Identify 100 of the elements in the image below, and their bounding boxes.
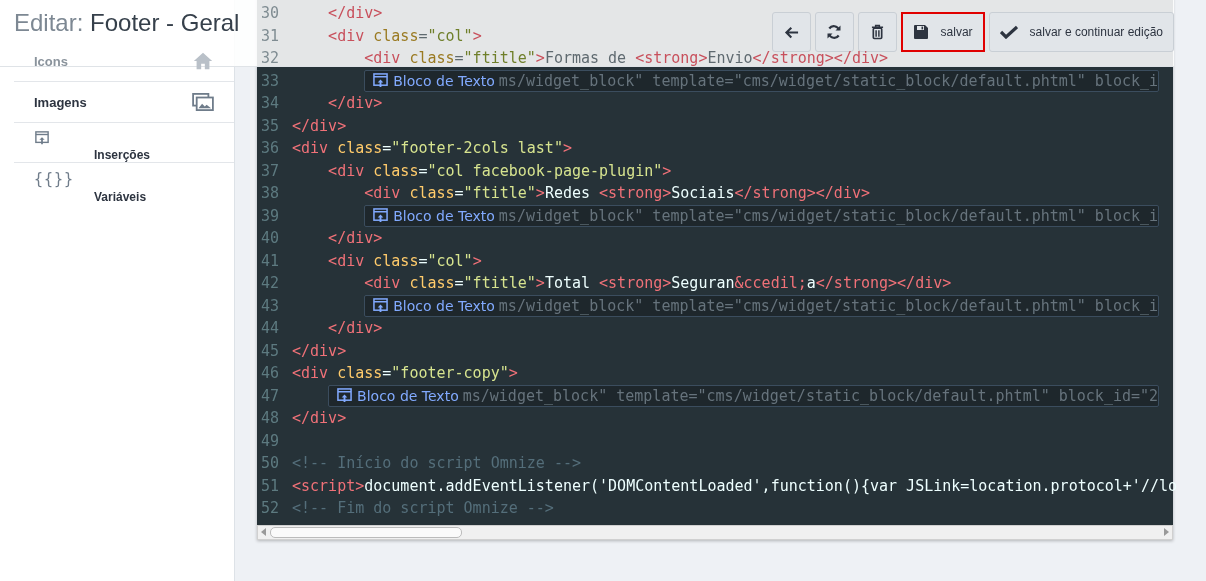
html-tag: <div [292,26,365,45]
line-number: 49 [260,431,281,450]
html-tag: </div> [292,4,383,23]
code-text: Total [544,274,592,293]
page-title: Footer - Geral [90,9,240,36]
html-tag: </strong></div> [734,184,870,203]
attribute-name: class [372,26,419,45]
html-tag: </div> [292,94,383,113]
attribute-name: class [408,274,455,293]
attribute-value: "footer-copy" [391,364,509,383]
trash-icon [870,24,884,40]
attribute-name: class [372,161,419,180]
attribute-value: "col facebook-page-plugin" [427,161,663,180]
line-number: 38 [260,184,281,203]
code-text: a [806,274,816,293]
widget-label: Bloco de Texto [393,72,495,89]
back-button[interactable] [771,12,811,52]
attribute-value: "ftitle" [463,274,536,293]
sidebar-item[interactable]: Inserções [14,123,234,163]
code-text: Seguran [671,274,735,293]
code-text: = [418,251,428,270]
html-tag: > [472,251,482,270]
line-number: 36 [260,139,281,158]
html-tag: <div [292,139,329,158]
line-number: 31 [260,26,281,45]
braces-icon: {{}} [34,171,75,187]
attribute-value: "col" [427,26,473,45]
line-number: 42 [260,274,281,293]
line-number: 33 [260,71,281,90]
html-tag: > [472,26,482,45]
line-number: 37 [260,161,281,180]
line-number: 32 [260,49,281,68]
text-block-widget[interactable]: Bloco de Texto ms/widget_block" template="cms/widget/static_block/default.phtml" block_id="2 [328,384,1160,407]
html-tag: <strong> [635,49,708,68]
code-text: = [382,139,392,158]
code-text: Redes [544,184,592,203]
html-tag: </div> [292,116,347,135]
hidden-code-text: ms/widget_block" template="cms/widget/static_block/default.phtml" block_i [498,296,1159,315]
html-tag: </strong></div> [752,49,889,68]
html-tag: > [535,49,545,68]
html-tag: <div [292,364,329,383]
refresh-button[interactable] [814,12,854,52]
text-block-widget[interactable]: Bloco de Texto ms/widget_block" template="cms/widget/static_block/default.phtml" block_i [364,69,1160,92]
html-tag: > [508,364,518,383]
attribute-name: class [336,364,383,383]
home-icon [192,50,214,72]
widget-icon [373,298,389,314]
widget-icon [337,388,353,404]
hidden-code-text: ms/widget_block" template="cms/widget/static_block/default.phtml" block_id="2 [462,386,1159,405]
code-text: Sociais [671,184,735,203]
line-number: 52 [260,499,281,518]
html-tag: <script> [292,476,365,495]
html-entity: &ccedil; [734,274,807,293]
code-text: Formas de [544,49,628,68]
delete-button[interactable] [857,12,897,52]
code-comment: <!-- Início do script Omnize --> [292,454,581,473]
code-text: = [418,26,428,45]
code-text: = [454,184,464,203]
widget-label: Bloco de Texto [357,387,459,404]
html-tag: <div [292,49,401,68]
text-block-widget[interactable]: Bloco de Texto ms/widget_block" template="cms/widget/static_block/default.phtml" block_i [364,204,1160,227]
html-tag: > [662,161,672,180]
attribute-name: class [336,139,383,158]
hidden-code-text: ms/widget_block" template="cms/widget/static_block/default.phtml" block_i [498,206,1159,225]
html-tag: <div [292,161,365,180]
widget-icon [373,73,389,89]
refresh-icon [826,24,843,40]
line-number: 40 [260,229,281,248]
line-number: 41 [260,251,281,270]
line-number: 39 [260,206,281,225]
widget-icon [373,208,389,224]
sidebar-item[interactable]: {{}} Variáveis [14,163,234,203]
line-number: 44 [260,319,281,338]
line-number: 35 [260,116,281,135]
html-tag: > [535,274,545,293]
html-tag: > [562,139,572,158]
html-tag: </strong></div> [815,274,952,293]
save-continue-button[interactable]: salvar e continuar edição [988,12,1174,52]
html-tag: > [535,184,545,203]
attribute-value: "col" [427,251,473,270]
line-number: 46 [260,364,281,383]
code-text: = [454,274,464,293]
checkmark-icon [999,25,1018,39]
attribute-value: "ftitle" [463,184,536,203]
html-tag: <strong> [599,184,672,203]
line-number: 45 [260,341,281,360]
attribute-name: class [408,49,455,68]
title-prefix: Editar: [14,9,84,36]
html-tag: <div [292,251,365,270]
html-tag: </div> [292,341,347,360]
attribute-value: "footer-2cols last" [391,139,563,158]
text-block-widget[interactable]: Bloco de Texto ms/widget_block" template="cms/widget/static_block/default.phtml" block_i [364,294,1160,317]
line-number: 34 [260,94,281,113]
sidebar-item[interactable]: Imagens [14,82,234,123]
line-number: 51 [260,476,281,495]
html-tag: </div> [292,409,347,428]
save-button[interactable]: salvar [900,12,985,52]
html-tag: </div> [292,319,383,338]
code-text: = [382,364,392,383]
line-number: 30 [260,4,281,23]
